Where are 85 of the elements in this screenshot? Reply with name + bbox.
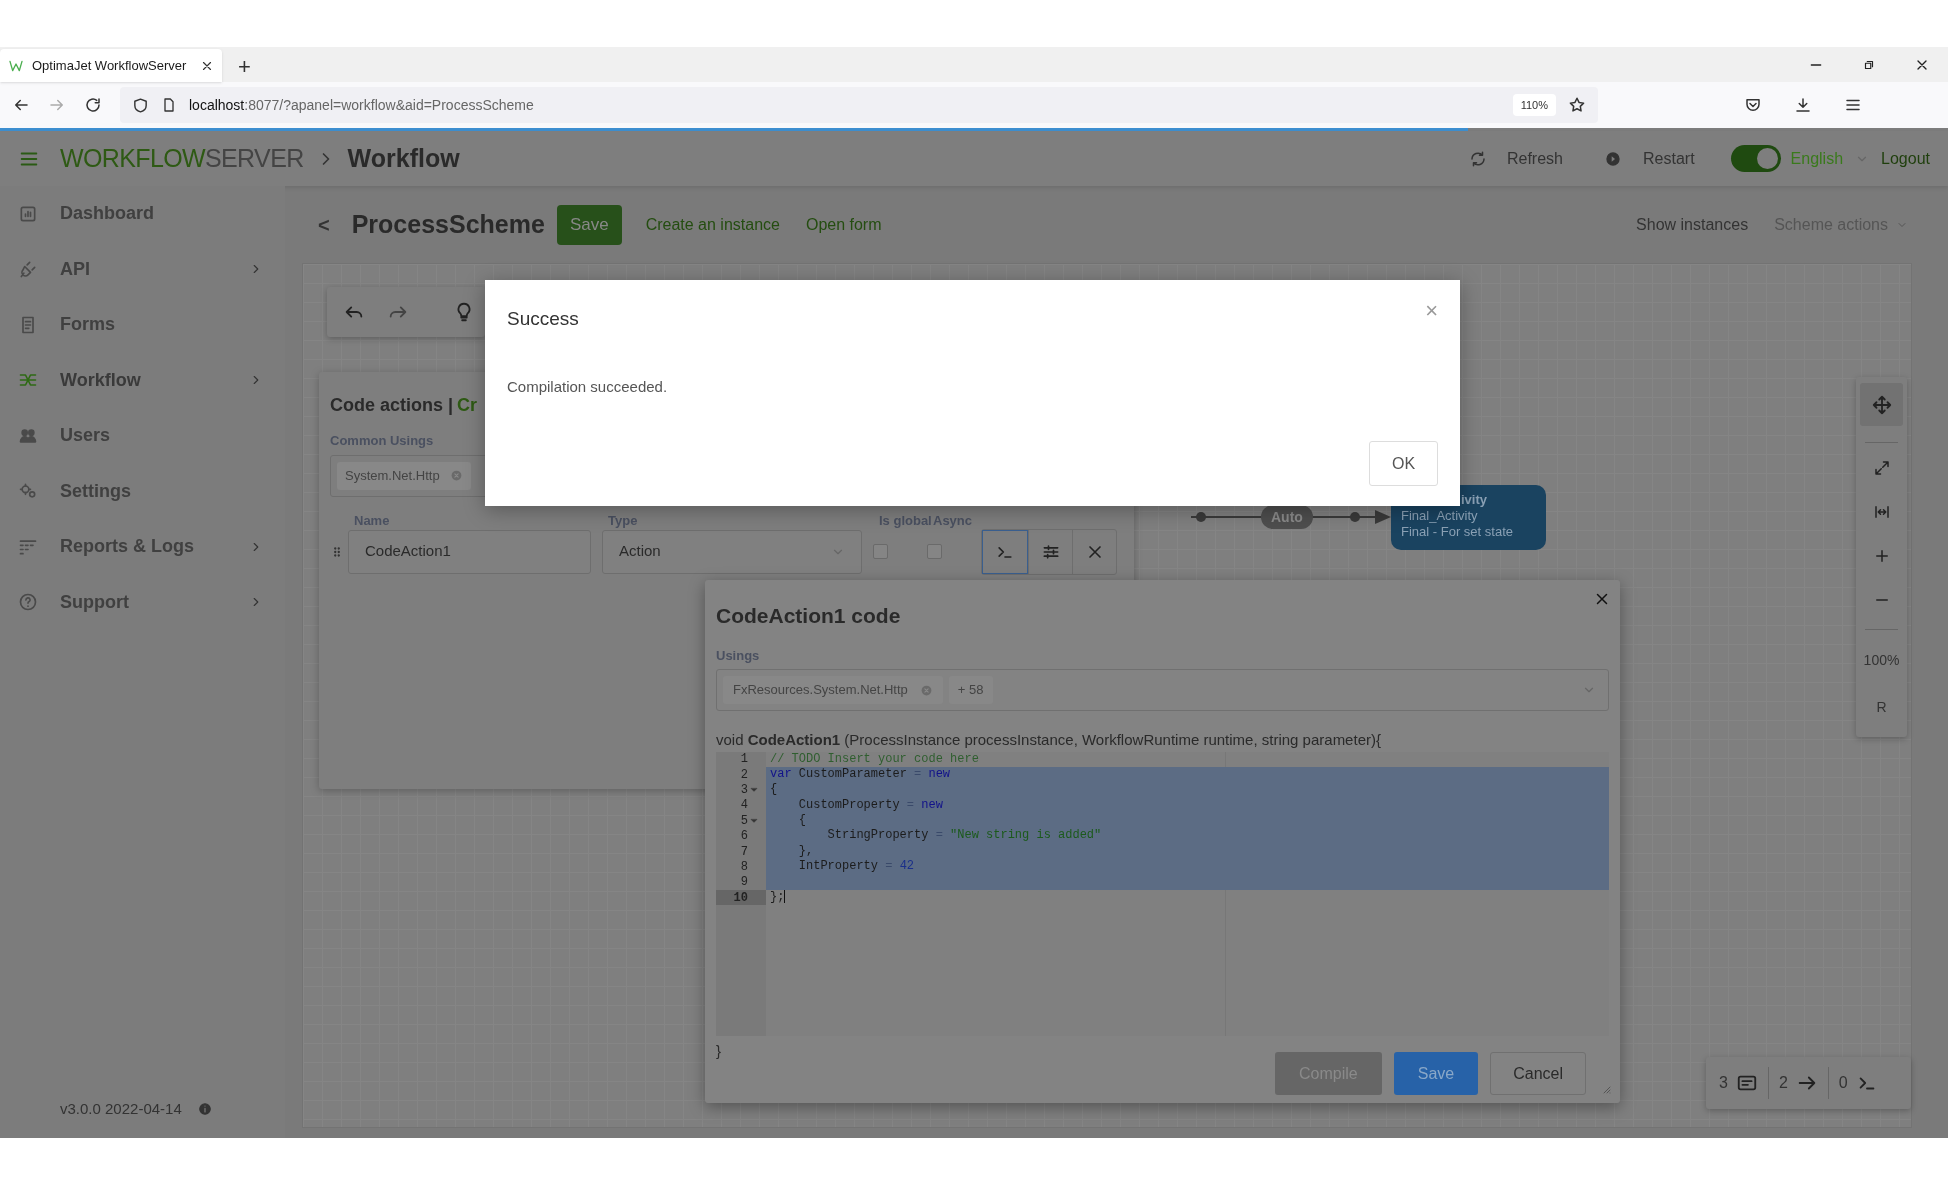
help-icon xyxy=(18,592,38,613)
move-icon[interactable] xyxy=(1860,383,1903,426)
code-editor[interactable]: 1 2 3 4 5 6 7 8 9 10 // TODO Insert your code here var CustomParameter = new { CustomProperty = new { StringProperty = "New string is added" }, IntProperty = 42 }; xyxy=(716,751,1609,1036)
checkbox[interactable] xyxy=(927,544,942,559)
sidebar-item[interactable]: Settings xyxy=(0,463,285,519)
terminal-icon[interactable] xyxy=(982,529,1028,574)
fold-caret-icon[interactable] xyxy=(750,785,758,794)
type-select[interactable]: Action xyxy=(602,529,862,574)
reset-button[interactable]: R xyxy=(1876,697,1887,718)
line-number: 7 xyxy=(739,843,749,860)
scheme-title: ProcessScheme xyxy=(351,208,545,240)
sidebar-item[interactable]: API xyxy=(0,241,285,297)
counter-value: 0 xyxy=(1838,1073,1848,1093)
code-line: // TODO Insert your code here xyxy=(769,751,980,767)
play-icon[interactable] xyxy=(1605,150,1621,167)
zoom-level[interactable]: 110% xyxy=(1512,93,1556,117)
method-signature: void CodeAction1 (ProcessInstance processInstance, WorkflowRuntime runtime, string parameter){ xyxy=(716,730,1382,750)
new-tab-button[interactable]: + xyxy=(238,56,251,78)
download-icon[interactable] xyxy=(1794,96,1812,114)
panel-subtitle: Cr xyxy=(457,394,478,417)
sidebar-item[interactable]: Users xyxy=(0,408,285,464)
sidebar-item[interactable]: Support xyxy=(0,574,285,630)
dialog-message: Compilation succeeded. xyxy=(507,376,669,397)
restart-link[interactable]: Restart xyxy=(1643,146,1695,171)
fit-width-icon[interactable] xyxy=(1872,503,1891,521)
line-number: 10 xyxy=(716,890,766,906)
plug-icon xyxy=(18,259,38,280)
line-number: 6 xyxy=(739,828,749,844)
code-line: }; xyxy=(769,890,787,906)
reload-icon[interactable] xyxy=(84,96,102,114)
refresh-icon[interactable] xyxy=(1468,149,1487,168)
line-number: 4 xyxy=(739,797,749,814)
header-link[interactable]: Create an instance xyxy=(645,212,780,237)
url-text: localhost:8077/?apanel=workflow&aid=ProcessScheme xyxy=(189,95,535,115)
back-button[interactable]: < xyxy=(318,209,330,240)
save-button[interactable]: Save xyxy=(556,204,622,245)
field-label: Usings xyxy=(716,646,761,665)
cancel-button[interactable]: Cancel xyxy=(1490,1052,1586,1095)
node-text: ivity xyxy=(1460,492,1488,508)
panel-title: Code actions | xyxy=(330,394,454,417)
line-number: 9 xyxy=(739,874,749,890)
tab-title: OptimaJet WorkflowServer xyxy=(32,56,188,75)
line-number: 5 xyxy=(716,813,766,829)
more-tag[interactable]: + 58 xyxy=(948,676,993,704)
close-button[interactable]: × xyxy=(1425,300,1438,322)
logout-link[interactable]: Logout xyxy=(1881,146,1930,171)
line-number: 2 xyxy=(739,766,749,783)
dialog-title: Success xyxy=(507,307,579,331)
header-link[interactable]: Open form xyxy=(805,212,882,237)
breadcrumb-title: Workflow xyxy=(347,142,460,174)
shield-icon xyxy=(132,96,149,114)
save-button[interactable]: Save xyxy=(1393,1052,1479,1095)
counter-value: 3 xyxy=(1719,1073,1728,1093)
sidebar-item[interactable]: Dashboard xyxy=(0,186,285,242)
usings-select[interactable]: FxResources.System.Net.Http + 58 xyxy=(716,669,1609,711)
pocket-icon[interactable] xyxy=(1744,96,1762,114)
line-number: 1 xyxy=(739,751,749,767)
brand-logo[interactable]: WORKFLOWSERVER xyxy=(60,139,304,178)
info-icon[interactable] xyxy=(197,1101,212,1116)
sidebar-item[interactable]: Reports & Logs xyxy=(0,519,285,575)
transition-label[interactable]: Auto xyxy=(1261,505,1313,529)
sidebar-item[interactable]: Forms xyxy=(0,297,285,353)
show-instances-link[interactable]: Show instances xyxy=(1636,212,1749,237)
browser-tab[interactable]: OptimaJet WorkflowServer xyxy=(0,49,222,82)
node-text: Final - For set state xyxy=(1401,524,1514,540)
refresh-link[interactable]: Refresh xyxy=(1506,146,1563,171)
line-number: 3 xyxy=(716,782,766,798)
using-tag[interactable]: System.Net.Http xyxy=(337,461,471,490)
using-tag[interactable]: FxResources.System.Net.Http xyxy=(723,676,943,704)
counter-value: 2 xyxy=(1778,1073,1788,1093)
fold-caret-icon[interactable] xyxy=(750,816,758,825)
address-bar[interactable]: localhost:8077/?apanel=workflow&aid=ProcessScheme 110% xyxy=(120,87,1598,123)
dialog-title: CodeAction1 code xyxy=(716,603,902,629)
page-icon xyxy=(161,97,177,113)
line-number: 8 xyxy=(739,859,749,875)
ok-button[interactable]: OK xyxy=(1369,441,1438,486)
expand-icon[interactable] xyxy=(1872,459,1891,477)
closing-brace: } xyxy=(716,1040,722,1061)
star-icon[interactable] xyxy=(1568,96,1586,114)
version-text: v3.0.0 2022-04-14 xyxy=(60,1098,182,1119)
checkbox[interactable] xyxy=(873,544,888,559)
node-text: Final_Activity xyxy=(1401,508,1479,524)
zoom-level: 100% xyxy=(1863,651,1900,670)
theme-toggle[interactable] xyxy=(1730,145,1781,172)
name-field[interactable]: CodeAction1 xyxy=(348,529,591,574)
